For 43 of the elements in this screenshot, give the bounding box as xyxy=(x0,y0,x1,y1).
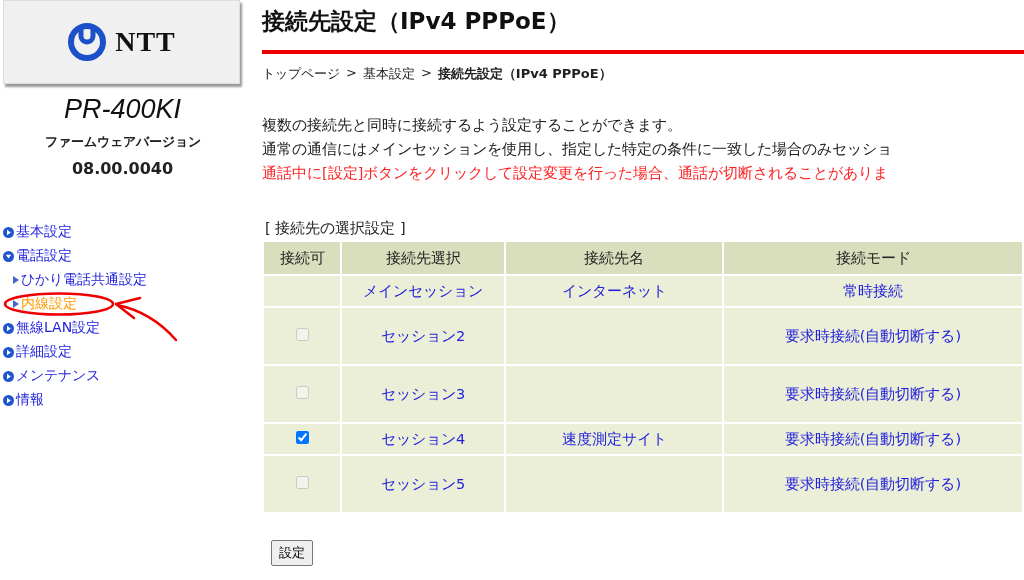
firmware-version: 08.00.0040 xyxy=(70,159,175,178)
table-cell: 要求時接続(自動切断する) xyxy=(724,366,1022,422)
nav-item[interactable]: メンテナンス xyxy=(3,364,100,388)
nav-item[interactable]: 基本設定 xyxy=(3,220,72,244)
logo-text: NTT xyxy=(115,26,176,58)
column-header: 接続モード xyxy=(724,242,1022,274)
submit-button[interactable]: 設定 xyxy=(271,540,313,566)
breadcrumb-item[interactable]: トップページ xyxy=(262,65,340,83)
breadcrumb-item: 接続先設定（IPv4 PPPoE） xyxy=(437,65,612,83)
breadcrumb-separator: > xyxy=(420,65,432,82)
nav-item[interactable]: 電話設定 xyxy=(3,244,72,268)
triangle-icon xyxy=(13,276,19,284)
table-cell: インターネット xyxy=(506,276,722,306)
table-caption: [ 接続先の選択設定 ] xyxy=(265,219,407,238)
table-cell: 要求時接続(自動切断する) xyxy=(724,308,1022,364)
description-text: 通常の通信にはメインセッションを使用し、指定した特定の条件に一致した場合のみセッショ xyxy=(262,140,893,159)
breadcrumb-separator: > xyxy=(346,65,357,82)
nav-item[interactable]: 詳細設定 xyxy=(3,340,72,364)
annotation-arrow xyxy=(114,296,180,344)
table-cell: セッション4 xyxy=(342,424,504,454)
table-cell: セッション2 xyxy=(342,308,504,364)
table-cell: セッション3 xyxy=(342,366,504,422)
nav-subitem[interactable]: ひかり電話共通設定 xyxy=(3,268,147,292)
breadcrumb-item[interactable]: 基本設定 xyxy=(362,65,415,83)
table-cell: 要求時接続(自動切断する) xyxy=(724,456,1022,512)
enable-checkbox[interactable] xyxy=(295,431,309,444)
triangle-icon xyxy=(13,300,19,308)
column-header: 接続可 xyxy=(264,242,340,274)
warning-text: 通話中に[設定]ボタンをクリックして設定変更を行った場合、通話が切断されることがありま xyxy=(262,164,890,183)
description-text: 複数の接続先と同時に接続するよう設定することができます。 xyxy=(262,116,683,135)
logo-icon xyxy=(67,22,108,62)
table-cell: 常時接続 xyxy=(724,276,1022,306)
table-cell: メインセッション xyxy=(342,276,504,306)
model-name: PR-400KI xyxy=(62,94,183,125)
page-title: 接続先設定（IPv4 PPPoE） xyxy=(262,7,571,36)
table-cell: 要求時接続(自動切断する) xyxy=(724,424,1022,454)
column-header: 接続先選択 xyxy=(342,242,504,274)
nav-item[interactable]: 無線LAN設定 xyxy=(3,316,101,340)
column-header: 接続先名 xyxy=(506,242,722,274)
table-cell: 速度測定サイト xyxy=(506,424,722,454)
firmware-label: ファームウェアバージョン xyxy=(43,133,202,151)
table-cell: セッション5 xyxy=(342,456,504,512)
nav-item[interactable]: 情報 xyxy=(3,388,44,412)
